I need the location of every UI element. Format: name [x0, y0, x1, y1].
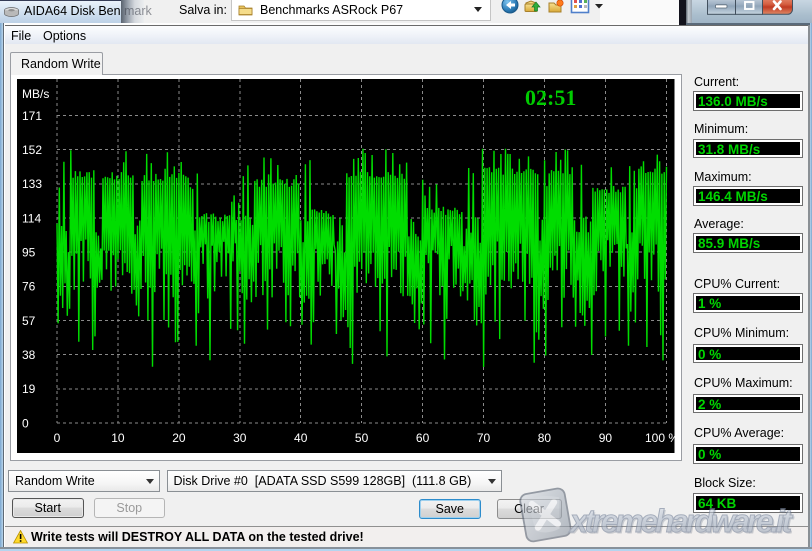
svg-text:57: 57	[22, 314, 36, 328]
svg-text:50: 50	[355, 431, 369, 445]
svg-text:80: 80	[538, 431, 552, 445]
svg-text:95: 95	[22, 246, 36, 260]
svg-text:133: 133	[22, 177, 42, 191]
svg-text:20: 20	[172, 431, 186, 445]
svg-text:152: 152	[22, 143, 42, 157]
svg-text:76: 76	[22, 280, 36, 294]
svg-text:19: 19	[22, 382, 36, 396]
svg-text:0: 0	[54, 431, 61, 445]
svg-text:40: 40	[294, 431, 308, 445]
svg-text:10: 10	[111, 431, 125, 445]
svg-text:MB/s: MB/s	[22, 87, 49, 101]
svg-text:100 %: 100 %	[645, 431, 675, 445]
svg-text:90: 90	[599, 431, 613, 445]
svg-text:02:51: 02:51	[525, 85, 576, 110]
svg-text:70: 70	[477, 431, 491, 445]
svg-text:38: 38	[22, 348, 36, 362]
svg-text:0: 0	[22, 416, 29, 430]
svg-text:xtremehardware.it: xtremehardware.it	[568, 503, 793, 539]
svg-text:114: 114	[22, 211, 41, 225]
svg-text:60: 60	[416, 431, 430, 445]
svg-text:171: 171	[22, 109, 42, 123]
svg-text:30: 30	[233, 431, 247, 445]
